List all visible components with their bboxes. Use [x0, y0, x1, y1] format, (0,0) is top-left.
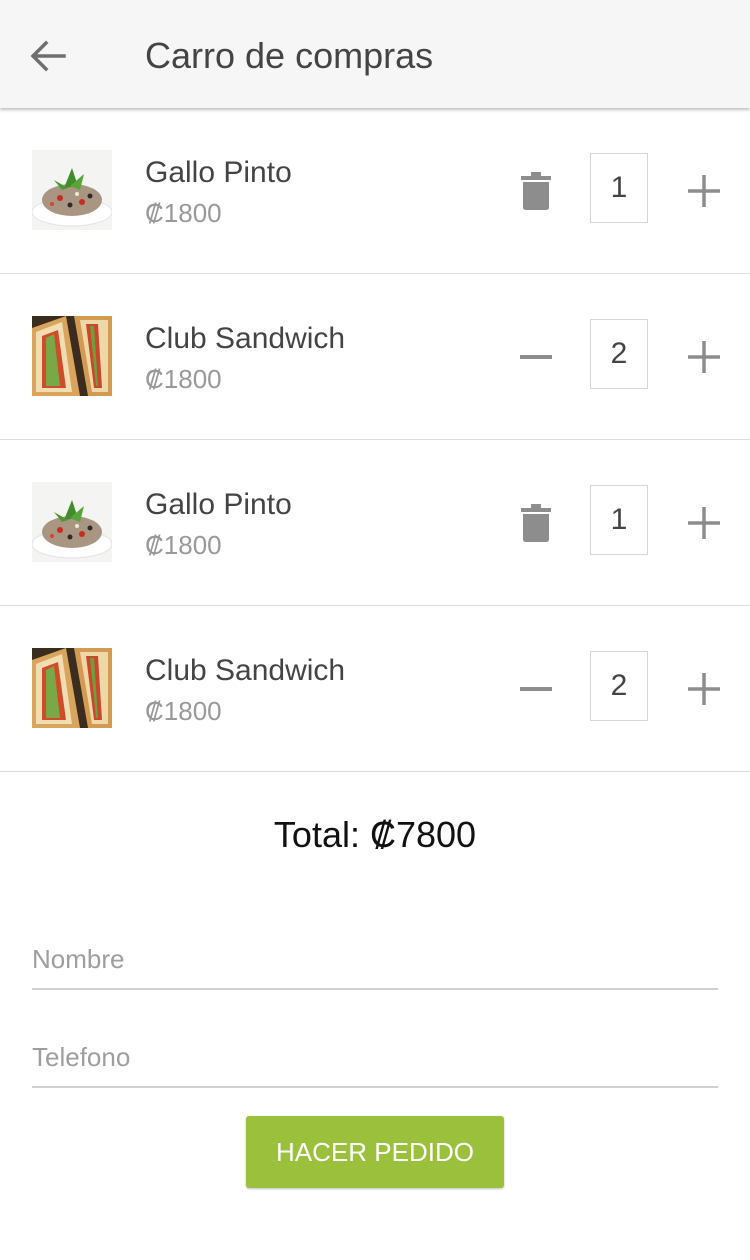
name-field [32, 892, 718, 990]
phone-input[interactable] [32, 1028, 718, 1088]
place-order-button[interactable]: HACER PEDIDO [246, 1116, 504, 1188]
gallo-pinto-image [32, 150, 112, 230]
club-sandwich-image [32, 648, 112, 728]
item-name: Gallo Pinto [145, 156, 292, 189]
increase-quantity-button[interactable] [684, 337, 724, 377]
item-name: Club Sandwich [145, 322, 346, 355]
plus-icon [688, 175, 720, 207]
name-input[interactable] [32, 930, 718, 990]
plus-icon [688, 507, 720, 539]
item-price: ₡1800 [145, 530, 222, 560]
cart-total: Total: ₡7800 [273, 814, 477, 855]
cart-item: Club Sandwich ₡1800 2 [0, 606, 750, 772]
decrease-quantity-button[interactable] [514, 664, 558, 714]
item-price: ₡1800 [145, 198, 222, 228]
plus-icon [688, 673, 720, 705]
decrease-quantity-button[interactable] [514, 332, 558, 382]
cart-list: Gallo Pinto ₡1800 1 Club Sandwich ₡1800 … [0, 108, 750, 772]
quantity-display: 2 [590, 319, 648, 389]
delete-item-button[interactable] [514, 498, 558, 548]
quantity-display: 1 [590, 153, 648, 223]
trash-icon [521, 504, 551, 542]
club-sandwich-image [32, 316, 112, 396]
cart-item: Club Sandwich ₡1800 2 [0, 274, 750, 440]
minus-icon [520, 355, 552, 359]
increase-quantity-button[interactable] [684, 171, 724, 211]
app-bar: Carro de compras [0, 0, 750, 108]
increase-quantity-button[interactable] [684, 669, 724, 709]
item-price: ₡1800 [145, 364, 222, 394]
cart-item: Gallo Pinto ₡1800 1 [0, 440, 750, 606]
trash-icon [521, 172, 551, 210]
delete-item-button[interactable] [514, 166, 558, 216]
arrow-left-icon [30, 40, 66, 72]
increase-quantity-button[interactable] [684, 503, 724, 543]
item-name: Club Sandwich [145, 654, 346, 687]
phone-field [32, 990, 718, 1088]
gallo-pinto-image [32, 482, 112, 562]
back-button[interactable] [28, 38, 68, 74]
plus-icon [688, 341, 720, 373]
quantity-display: 2 [590, 651, 648, 721]
quantity-display: 1 [590, 485, 648, 555]
cart-item: Gallo Pinto ₡1800 1 [0, 108, 750, 274]
item-price: ₡1800 [145, 696, 222, 726]
minus-icon [520, 687, 552, 691]
page-title: Carro de compras [145, 35, 434, 76]
item-name: Gallo Pinto [145, 488, 292, 521]
